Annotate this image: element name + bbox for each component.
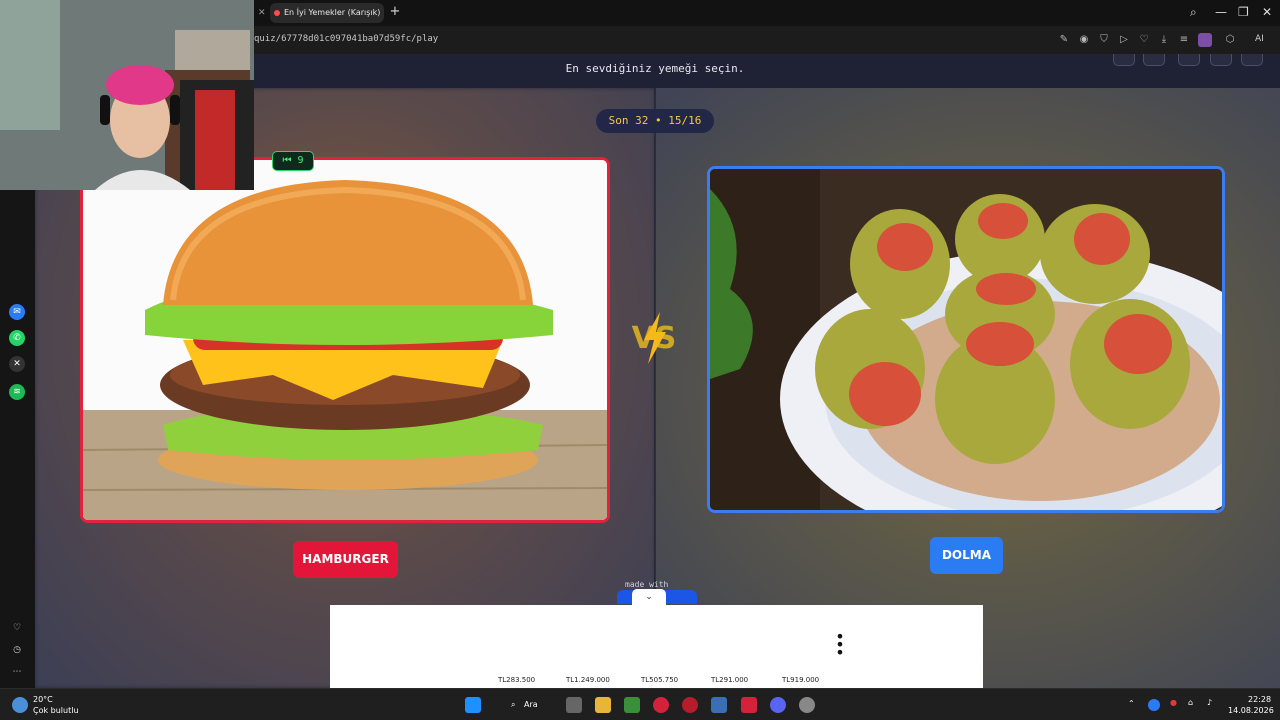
ai-button[interactable]: AI bbox=[1255, 34, 1264, 44]
taskbar-search-label[interactable]: Ara bbox=[524, 700, 538, 709]
weather-temperature[interactable]: 20°C bbox=[33, 695, 53, 704]
security-app-icon[interactable] bbox=[711, 697, 727, 713]
tab-favicon-icon bbox=[274, 10, 280, 16]
opera-browser-icon[interactable] bbox=[653, 697, 669, 713]
discord-icon[interactable] bbox=[770, 697, 786, 713]
ad-price[interactable]: TL1.249.000 bbox=[566, 676, 610, 684]
task-view-icon[interactable] bbox=[566, 697, 582, 713]
favorites-icon[interactable]: ♡ bbox=[9, 620, 25, 636]
close-tab-icon[interactable]: ✕ bbox=[258, 8, 266, 18]
browser-tab[interactable]: En İyi Yemekler (Karışık) bbox=[270, 3, 384, 23]
header-control-4[interactable] bbox=[1210, 54, 1232, 66]
made-with-label: made with bbox=[625, 580, 669, 589]
close-window-button[interactable]: ✕ bbox=[1262, 5, 1272, 19]
right-choice-card[interactable] bbox=[707, 166, 1225, 513]
ad-options-icon[interactable]: • • • bbox=[835, 629, 845, 661]
header-control-2[interactable] bbox=[1143, 54, 1165, 66]
search-tabs-icon[interactable]: ⌕ bbox=[1190, 5, 1197, 19]
ad-price[interactable]: TL505.750 bbox=[641, 676, 678, 684]
taskbar-search-icon[interactable]: ⌕ bbox=[511, 700, 515, 710]
webcam-overlay bbox=[0, 0, 254, 190]
windows-start-icon[interactable] bbox=[465, 697, 481, 713]
clock-date[interactable]: 14.08.2026 bbox=[1228, 706, 1274, 715]
clock-time[interactable]: 22:28 bbox=[1248, 695, 1271, 704]
spotify-icon[interactable]: ≋ bbox=[9, 384, 25, 400]
whatsapp-icon[interactable]: ✆ bbox=[9, 330, 25, 346]
play-icon[interactable]: ▷ bbox=[1118, 34, 1130, 46]
ad-panel: ⌄ • • • TL283.500 TL1.249.000 TL505.750 TL… bbox=[330, 589, 983, 688]
tab-title: En İyi Yemekler (Karışık) bbox=[284, 8, 381, 17]
shield-icon[interactable]: ⛉ bbox=[1098, 34, 1110, 46]
new-tab-button[interactable]: + bbox=[389, 5, 401, 19]
minimize-button[interactable]: — bbox=[1215, 5, 1227, 19]
ad-price[interactable]: TL291.000 bbox=[711, 676, 748, 684]
hamburger-image bbox=[83, 160, 607, 520]
nvidia-icon[interactable] bbox=[624, 697, 640, 713]
skip-badge[interactable]: ⏮ 9 bbox=[272, 151, 314, 171]
show-hidden-icons[interactable]: ⌃ bbox=[1128, 699, 1135, 708]
weather-condition[interactable]: Çok bulutlu bbox=[33, 706, 79, 715]
screen: En İyi Yemekler (Karışık) ✕ + ⌕ — ❐ ✕ qu… bbox=[0, 0, 1280, 720]
menu-icon[interactable]: ≡ bbox=[1178, 34, 1190, 46]
skip-count: 9 bbox=[297, 155, 304, 166]
versus-icon: VS bbox=[632, 312, 676, 364]
camera-icon[interactable]: ◉ bbox=[1078, 34, 1090, 46]
network-icon[interactable]: ⌂ bbox=[1188, 698, 1193, 707]
header-control-3[interactable] bbox=[1178, 54, 1200, 66]
download-icon[interactable]: ⤓ bbox=[1158, 34, 1170, 46]
header-control-1[interactable] bbox=[1113, 54, 1135, 66]
windows-taskbar: 20°C Çok bulutlu ⌕ Ara ⌃ ● ⌂ ♪ 22:28 14.… bbox=[0, 688, 1280, 720]
opera-gx-icon[interactable] bbox=[682, 697, 698, 713]
profile-avatar[interactable] bbox=[1198, 33, 1212, 47]
ad-price[interactable]: TL919.000 bbox=[782, 676, 819, 684]
history-icon[interactable]: ◷ bbox=[9, 642, 25, 658]
wps-office-icon[interactable] bbox=[741, 697, 757, 713]
streamer-webcam-image bbox=[0, 0, 254, 190]
volume-icon[interactable]: ♪ bbox=[1207, 698, 1212, 707]
extensions-icon[interactable]: ⬡ bbox=[1224, 34, 1236, 46]
round-indicator: Son 32 • 15/16 bbox=[596, 109, 714, 133]
tray-app-icon[interactable] bbox=[1148, 699, 1160, 711]
url-field[interactable]: quiz/67778d01c097041ba07d59fc/play bbox=[254, 34, 438, 44]
edit-icon[interactable]: ✎ bbox=[1058, 34, 1070, 46]
maximize-button[interactable]: ❐ bbox=[1238, 5, 1249, 19]
app-icon[interactable] bbox=[799, 697, 815, 713]
collapse-ad-button[interactable]: ⌄ bbox=[632, 589, 666, 605]
microphone-icon[interactable]: ● bbox=[1170, 698, 1177, 707]
weather-icon[interactable] bbox=[12, 697, 28, 713]
heart-icon[interactable]: ♡ bbox=[1138, 34, 1150, 46]
dolma-image bbox=[710, 169, 1222, 510]
choose-hamburger-button[interactable]: HAMBURGER bbox=[293, 541, 398, 578]
choose-dolma-button[interactable]: DOLMA bbox=[930, 537, 1003, 574]
more-icon[interactable]: ⋯ bbox=[9, 664, 25, 680]
x-icon[interactable]: ✕ bbox=[9, 356, 25, 372]
ad-price[interactable]: TL283.500 bbox=[498, 676, 535, 684]
file-explorer-icon[interactable] bbox=[595, 697, 611, 713]
left-choice-card[interactable] bbox=[80, 157, 610, 523]
header-control-5[interactable] bbox=[1241, 54, 1263, 66]
skip-icon: ⏮ bbox=[282, 155, 292, 166]
messenger-icon[interactable]: ✉ bbox=[9, 304, 25, 320]
